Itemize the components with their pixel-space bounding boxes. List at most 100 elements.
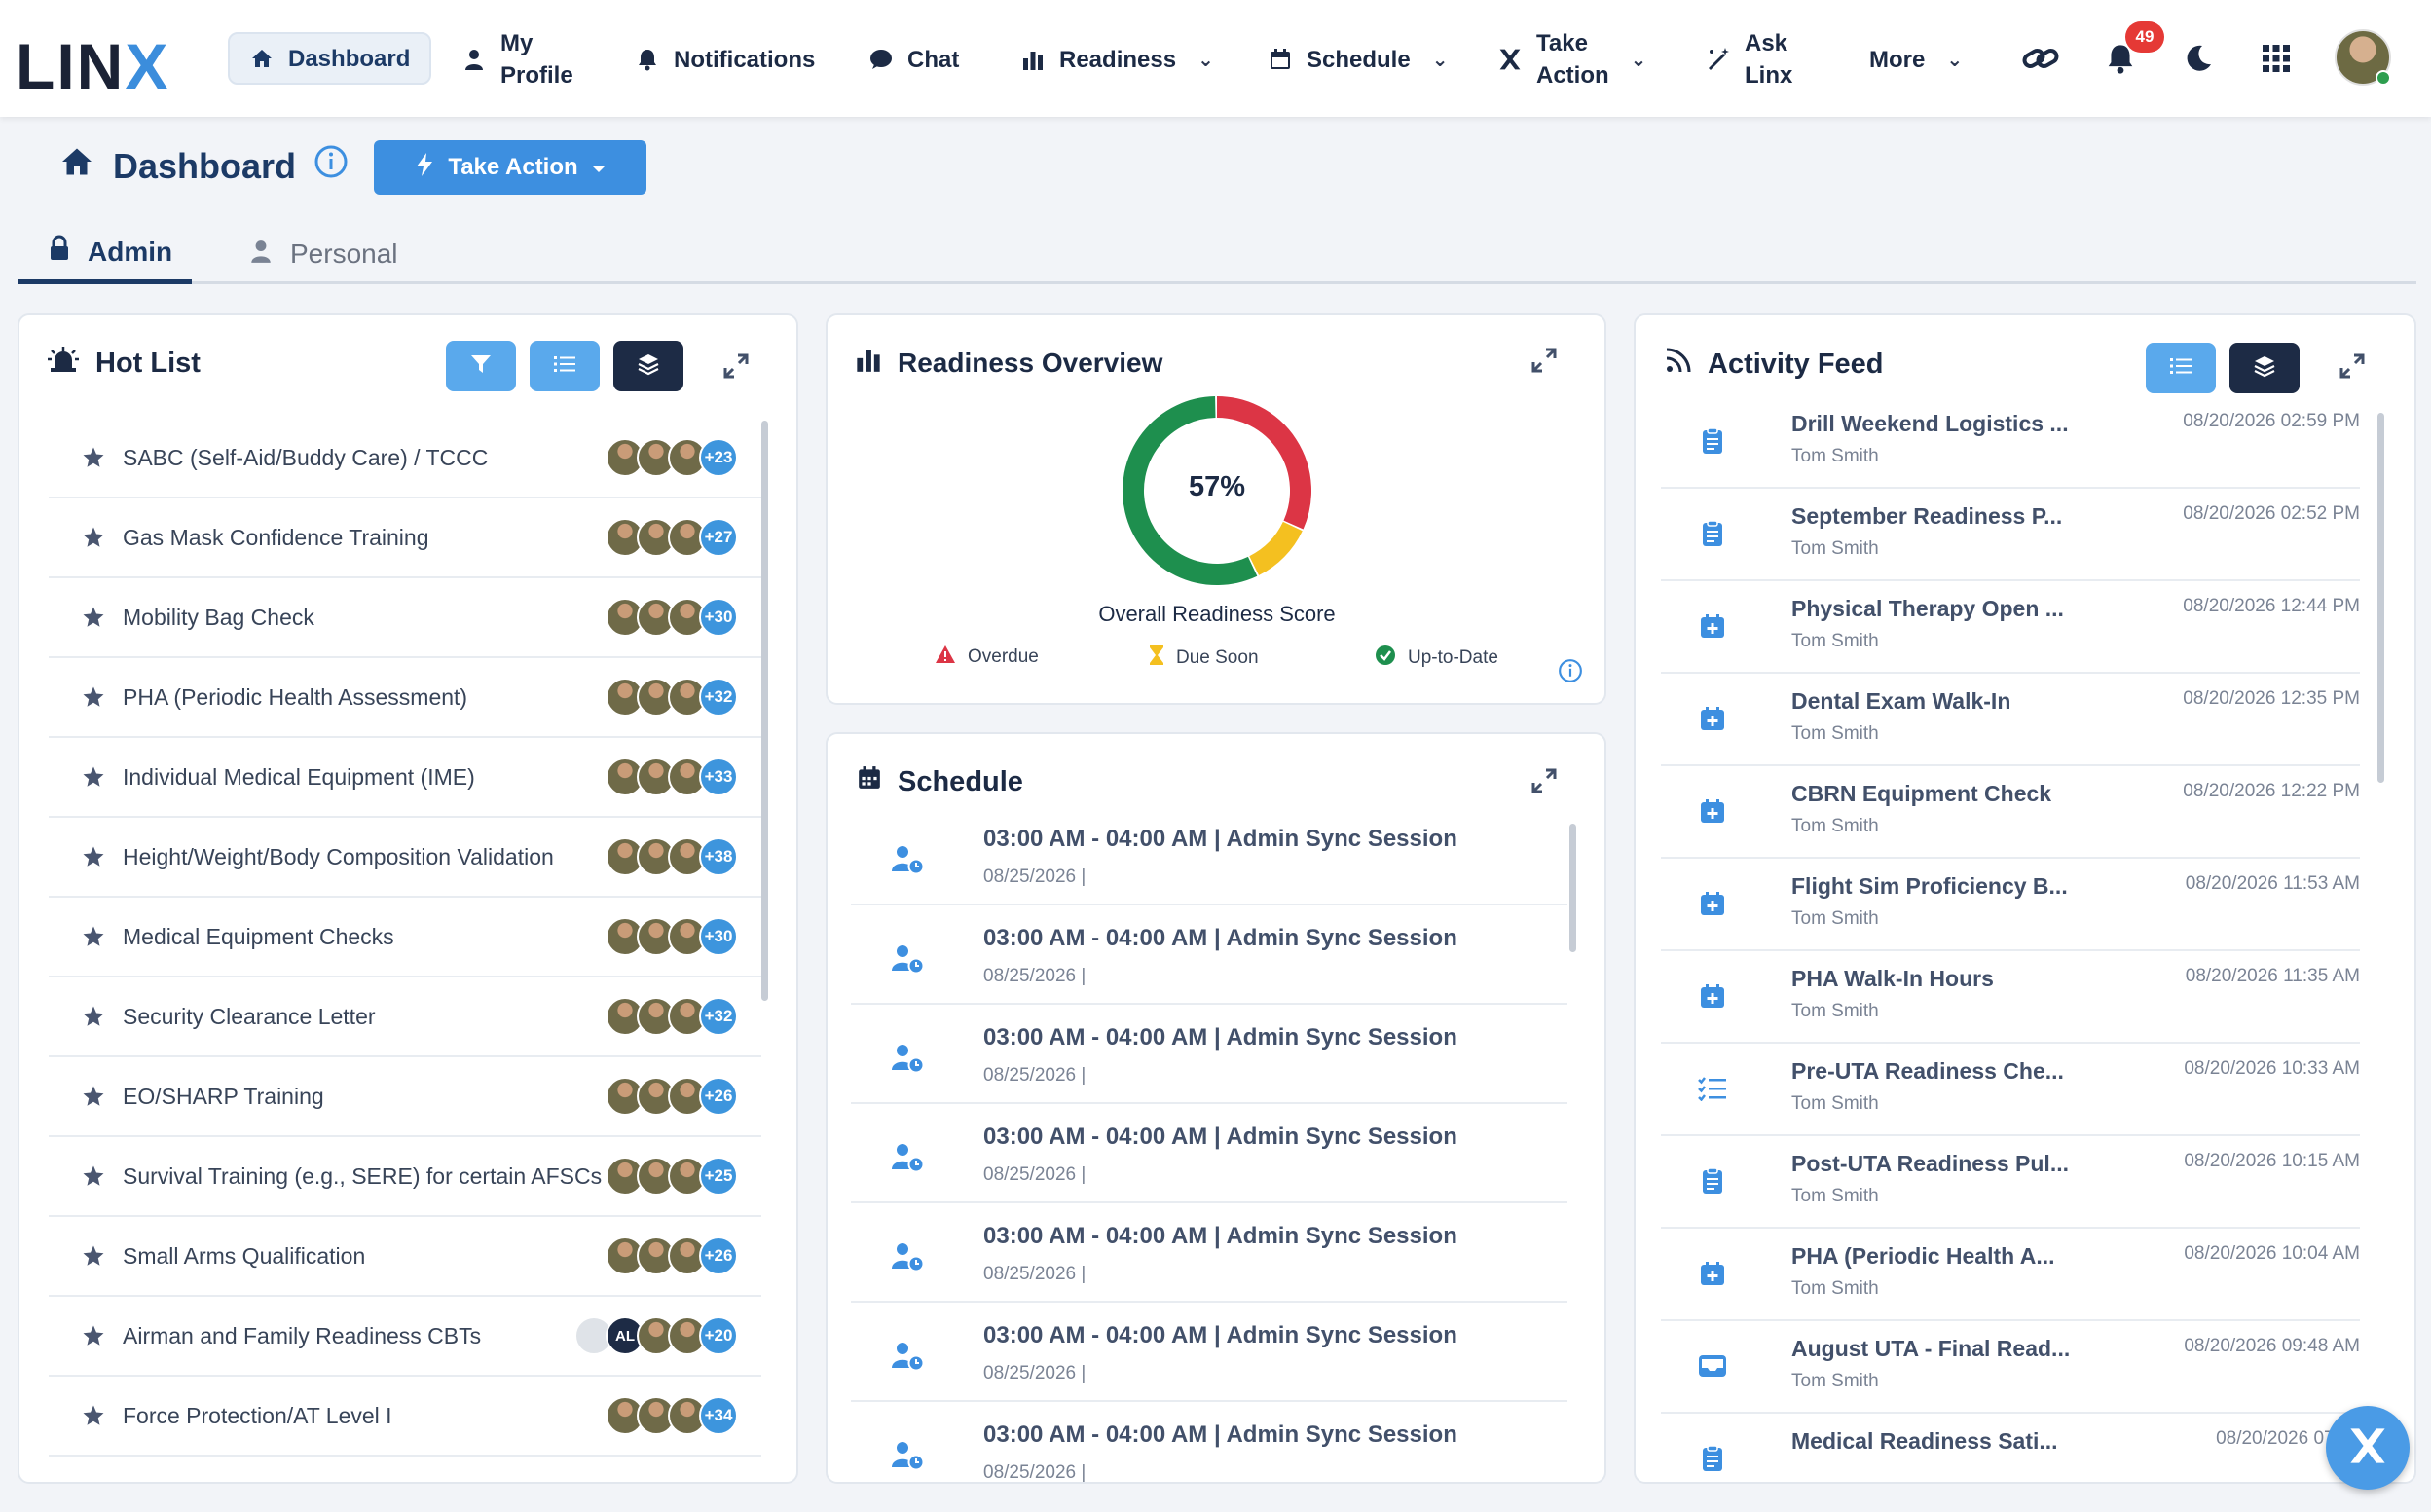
hot-list-item[interactable]: EO/SHARP Training +26: [49, 1057, 761, 1137]
hot-list-item[interactable]: Airman and Family Readiness CBTs AL +20: [49, 1297, 761, 1377]
schedule-item[interactable]: 03:00 AM - 04:00 AM | Admin Sync Session…: [851, 1303, 1567, 1402]
nav-schedule[interactable]: Schedule ⌄: [1268, 25, 1448, 93]
donut-segment-due-soon[interactable]: [1248, 521, 1303, 575]
layers-view-button[interactable]: [2229, 343, 2300, 393]
nav-take-action[interactable]: Take Action ⌄: [1497, 25, 1646, 93]
assignee-avatar-stack[interactable]: +32: [606, 678, 738, 719]
activity-item[interactable]: Dental Exam Walk-In Tom Smith 08/20/2026 1…: [1661, 675, 2360, 766]
star-icon[interactable]: [82, 1085, 113, 1108]
star-icon[interactable]: [82, 1404, 113, 1427]
assignee-avatar-stack[interactable]: +34: [606, 1396, 738, 1437]
linx-assistant-button[interactable]: [2326, 1406, 2410, 1490]
hot-list-item[interactable]: Security Clearance Letter +32: [49, 977, 761, 1057]
nav-dashboard[interactable]: Dashboard: [228, 32, 432, 85]
hot-list-item[interactable]: SABC (Self-Aid/Buddy Care) / TCCC +23: [49, 419, 761, 498]
assignee-avatar-stack[interactable]: +26: [606, 1236, 738, 1277]
schedule-item[interactable]: 03:00 AM - 04:00 AM | Admin Sync Session…: [851, 1005, 1567, 1104]
activity-feed-scrollbar[interactable]: [2377, 413, 2384, 783]
list-view-button[interactable]: [530, 341, 600, 391]
assignee-avatar-stack[interactable]: +32: [606, 997, 738, 1038]
filter-button[interactable]: [446, 341, 516, 391]
star-icon[interactable]: [82, 606, 113, 629]
layers-view-button[interactable]: [613, 341, 683, 391]
star-icon[interactable]: [82, 1244, 113, 1268]
expand-icon[interactable]: [2335, 349, 2370, 384]
star-icon[interactable]: [82, 1005, 113, 1028]
nav-my-profile[interactable]: My Profile: [461, 25, 573, 93]
hot-list-scrollbar[interactable]: [761, 421, 768, 1001]
take-action-button[interactable]: Take Action: [374, 140, 646, 195]
star-icon[interactable]: [82, 1324, 113, 1347]
expand-icon[interactable]: [1527, 343, 1562, 378]
star-icon[interactable]: [82, 526, 113, 549]
activity-item[interactable]: Flight Sim Proficiency B... Tom Smith 08/2…: [1661, 860, 2360, 951]
activity-item-user: Tom Smith: [1791, 816, 1879, 836]
activity-item[interactable]: PHA Walk-In Hours Tom Smith 08/20/2026 11:…: [1661, 952, 2360, 1044]
apps-grid-icon[interactable]: [2253, 35, 2300, 82]
tab-personal[interactable]: Personal: [249, 224, 398, 284]
star-icon[interactable]: [82, 446, 113, 469]
nav-notifications[interactable]: Notifications: [635, 25, 815, 93]
star-icon[interactable]: [82, 925, 113, 948]
activity-item[interactable]: Physical Therapy Open ... Tom Smith 08/20/…: [1661, 582, 2360, 674]
list-view-button[interactable]: [2146, 343, 2216, 393]
hot-list-item[interactable]: Survival Training (e.g., SERE) for certa…: [49, 1137, 761, 1217]
star-icon[interactable]: [82, 1164, 113, 1188]
activity-item[interactable]: Pre-UTA Readiness Che... Tom Smith 08/20/2…: [1661, 1045, 2360, 1136]
assignee-avatar-stack[interactable]: +30: [606, 917, 738, 958]
expand-icon[interactable]: [718, 349, 754, 384]
activity-item-timestamp: 08/20/2026 10:04 AM: [2184, 1243, 2360, 1264]
schedule-scrollbar[interactable]: [1569, 824, 1576, 952]
assignee-avatar-stack[interactable]: +27: [606, 518, 738, 559]
schedule-item[interactable]: 03:00 AM - 04:00 AM | Admin Sync Session…: [851, 806, 1567, 905]
nav-chat[interactable]: Chat: [868, 25, 959, 93]
assignee-avatar-stack[interactable]: +33: [606, 757, 738, 798]
nav-more[interactable]: More ⌄: [1869, 25, 1963, 93]
star-icon[interactable]: [82, 845, 113, 868]
star-icon[interactable]: [82, 765, 113, 789]
assignee-avatar-stack[interactable]: +38: [606, 837, 738, 878]
linx-logo[interactable]: LINX: [16, 29, 169, 103]
schedule-item[interactable]: 03:00 AM - 04:00 AM | Admin Sync Session…: [851, 1203, 1567, 1303]
assignee-avatar-stack[interactable]: +23: [606, 438, 738, 479]
hot-list-item[interactable]: PHA (Periodic Health Assessment) +32: [49, 658, 761, 738]
activity-item[interactable]: Post-UTA Readiness Pul... Tom Smith 08/20/…: [1661, 1137, 2360, 1229]
hot-list-item[interactable]: Gas Mask Confidence Training +27: [49, 498, 761, 578]
activity-item[interactable]: CBRN Equipment Check Tom Smith 08/20/2026 …: [1661, 767, 2360, 859]
schedule-item[interactable]: 03:00 AM - 04:00 AM | Admin Sync Session…: [851, 1104, 1567, 1203]
activity-item-user: Tom Smith: [1791, 723, 1879, 744]
hot-list-item[interactable]: Mobility Bag Check +30: [49, 578, 761, 658]
assignee-avatar-stack[interactable]: +26: [606, 1077, 738, 1118]
schedule-item[interactable]: 03:00 AM - 04:00 AM | Admin Sync Session…: [851, 905, 1567, 1005]
activity-item-title: Drill Weekend Logistics ...: [1791, 411, 2069, 436]
warning-triangle-icon: [935, 645, 956, 670]
tab-admin[interactable]: Admin: [18, 224, 192, 284]
hot-list-item[interactable]: Individual Medical Equipment (IME) +33: [49, 738, 761, 818]
info-icon[interactable]: [313, 144, 349, 188]
dark-mode-moon-icon[interactable]: [2175, 35, 2222, 82]
hot-list-item[interactable]: Medical Equipment Checks +30: [49, 898, 761, 977]
assignee-avatar-stack[interactable]: +25: [606, 1157, 738, 1198]
linx-x-icon: [1497, 47, 1523, 72]
assignee-avatar-stack[interactable]: AL +20: [574, 1316, 738, 1357]
activity-item[interactable]: Medical Readiness Sati... 08/20/2026 07:5…: [1661, 1415, 2360, 1482]
schedule-item[interactable]: 03:00 AM - 04:00 AM | Admin Sync Session…: [851, 1402, 1567, 1482]
link-icon[interactable]: [2017, 35, 2064, 82]
star-icon[interactable]: [82, 685, 113, 709]
activity-item[interactable]: September Readiness P... Tom Smith 08/20/2…: [1661, 490, 2360, 581]
calendar-icon: [1268, 47, 1293, 72]
activity-item-user: Tom Smith: [1791, 538, 1879, 559]
info-icon[interactable]: [1558, 658, 1583, 688]
activity-item[interactable]: August UTA - Final Read... Tom Smith 08/20…: [1661, 1322, 2360, 1414]
donut-segment-overdue[interactable]: [1216, 396, 1311, 530]
activity-item[interactable]: Drill Weekend Logistics ... Tom Smith 08/2…: [1661, 397, 2360, 489]
hot-list-item[interactable]: Height/Weight/Body Composition Validatio…: [49, 818, 761, 898]
activity-item[interactable]: PHA (Periodic Health A... Tom Smith 08/20/…: [1661, 1230, 2360, 1321]
expand-icon[interactable]: [1527, 763, 1562, 798]
hot-list-item[interactable]: Small Arms Qualification +26: [49, 1217, 761, 1297]
nav-readiness[interactable]: Readiness ⌄: [1020, 25, 1214, 93]
assignee-avatar-stack[interactable]: +30: [606, 598, 738, 639]
user-clock-icon: [892, 1342, 925, 1376]
hot-list-item[interactable]: Force Protection/AT Level I +34: [49, 1377, 761, 1457]
nav-ask-linx[interactable]: Ask Linx: [1706, 25, 1792, 93]
